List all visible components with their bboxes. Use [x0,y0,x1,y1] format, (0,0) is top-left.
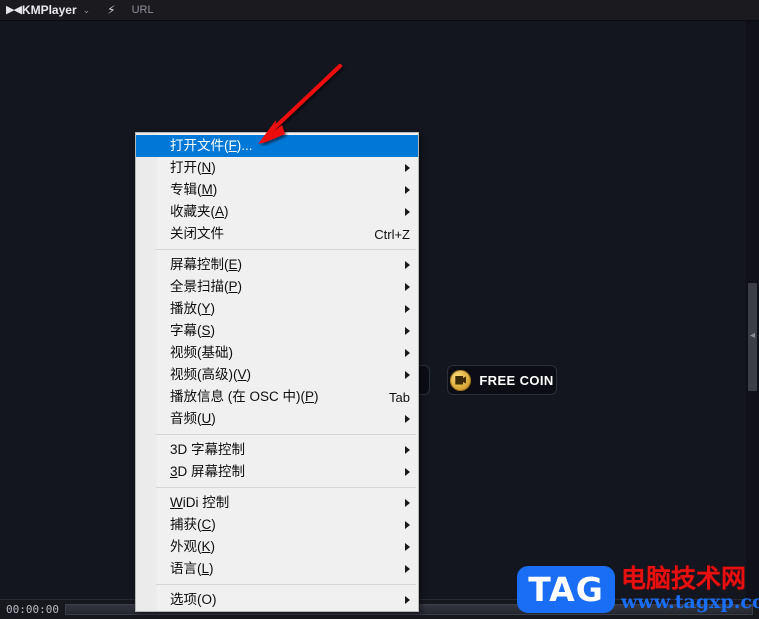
menu-item[interactable]: WiDi 控制 [136,492,418,514]
context-menu[interactable]: 打开文件(F)... 打开(N) 专辑(M) 收藏夹(A) 关闭文件 Ctrl+Z 屏幕控制… [135,132,419,612]
menu-item-label: 外观(K) [170,539,216,555]
menu-item-label: 选项(O) [170,592,217,608]
menu-item[interactable]: 播放(Y) [136,298,418,320]
url-button-label[interactable]: URL [132,4,154,16]
menu-item-label: 打开(N) [170,160,216,176]
menu-item[interactable]: 关闭文件 Ctrl+Z [136,223,418,245]
menu-item[interactable]: 播放信息 (在 OSC 中)(P) Tab [136,386,418,408]
menu-item[interactable]: 收藏夹(A) [136,201,418,223]
menu-separator [156,584,416,585]
menu-item[interactable]: 视频(高级)(V) [136,364,418,386]
menu-item-label: 3D 屏幕控制 [170,464,246,480]
menu-item[interactable]: 屏幕控制(E) [136,254,418,276]
menu-item-label: 全景扫描(P) [170,279,243,295]
submenu-arrow-icon [405,305,410,313]
site-watermark: TAG 电脑技术网 www.tagxp.com [517,562,759,617]
submenu-arrow-icon [405,283,410,291]
submenu-arrow-icon [405,446,410,454]
menu-separator [156,434,416,435]
menu-item[interactable]: 专辑(M) [136,179,418,201]
menu-separator [156,249,416,250]
menu-item-label: 收藏夹(A) [170,204,229,220]
watermark-chinese-text: 电脑技术网 [621,564,747,593]
menu-item-label: 视频(基础) [170,345,233,361]
menu-item-label: 视频(高级)(V) [170,367,252,383]
menu-item[interactable]: 打开文件(F)... [136,135,418,157]
lightning-bolt-icon[interactable]: ⚡ [107,4,115,16]
kmplayer-window: ▶◀ KMPlayer ⌄ ⚡ URL KMPlayer More FREE C… [0,0,759,619]
submenu-arrow-icon [405,186,410,194]
menu-item-shortcut: Ctrl+Z [374,226,410,242]
menu-item[interactable]: 捕获(C) [136,514,418,536]
submenu-arrow-icon [405,327,410,335]
kmplayer-logo-icon: ▶◀ [6,3,22,16]
vertical-scrollbar[interactable] [746,21,759,599]
menu-item-label: 播放信息 (在 OSC 中)(P) [170,389,319,405]
menu-item-label: WiDi 控制 [170,495,230,511]
menu-item[interactable]: 3D 屏幕控制 [136,461,418,483]
time-display: 00:00:00 [6,603,59,616]
submenu-arrow-icon [405,164,410,172]
menu-item-label: 捕获(C) [170,517,216,533]
menu-item-label: 3D 字幕控制 [170,442,246,458]
menu-item-label: 语言(L) [170,561,214,577]
menu-item-label: 屏幕控制(E) [170,257,243,273]
menu-item-label: 音频(U) [170,411,216,427]
menu-item-label: 播放(Y) [170,301,216,317]
menu-item[interactable]: 字幕(S) [136,320,418,342]
submenu-arrow-icon [405,208,410,216]
submenu-arrow-icon [405,371,410,379]
submenu-arrow-icon [405,543,410,551]
menu-item[interactable]: 外观(K) [136,536,418,558]
menu-item-label: 字幕(S) [170,323,216,339]
menu-item-shortcut: Tab [389,389,410,405]
submenu-arrow-icon [405,521,410,529]
menu-item[interactable]: 全景扫描(P) [136,276,418,298]
chevron-down-icon[interactable]: ⌄ [83,5,91,15]
submenu-arrow-icon [405,468,410,476]
menu-item[interactable]: 3D 字幕控制 [136,439,418,461]
free-coin-button[interactable]: FREE COIN [447,365,557,395]
menu-item[interactable]: 打开(N) [136,157,418,179]
menu-item[interactable]: 音频(U) [136,408,418,430]
free-coin-label: FREE COIN [479,372,554,388]
submenu-arrow-icon [405,499,410,507]
watermark-text-block: 电脑技术网 www.tagxp.com [621,566,759,613]
menu-item-label: 关闭文件 [170,226,224,242]
submenu-arrow-icon [405,415,410,423]
submenu-arrow-icon [405,261,410,269]
submenu-arrow-icon [405,349,410,357]
menu-item[interactable]: 选项(O) [136,589,418,611]
submenu-arrow-icon [405,596,410,604]
watermark-badge: TAG [517,566,615,613]
app-brand-label: KMPlayer [21,3,77,17]
menu-separator [156,487,416,488]
menu-item-label: 专辑(M) [170,182,218,198]
coin-icon [450,369,472,391]
title-bar: ▶◀ KMPlayer ⌄ ⚡ URL [0,0,759,21]
watermark-url-text: www.tagxp.com [621,591,759,614]
watermark-badge-text: TAG [528,570,604,609]
menu-item-label: 打开文件(F)... [170,138,253,154]
menu-item[interactable]: 语言(L) [136,558,418,580]
scrollbar-thumb[interactable] [748,283,757,391]
submenu-arrow-icon [405,565,410,573]
menu-item[interactable]: 视频(基础) [136,342,418,364]
